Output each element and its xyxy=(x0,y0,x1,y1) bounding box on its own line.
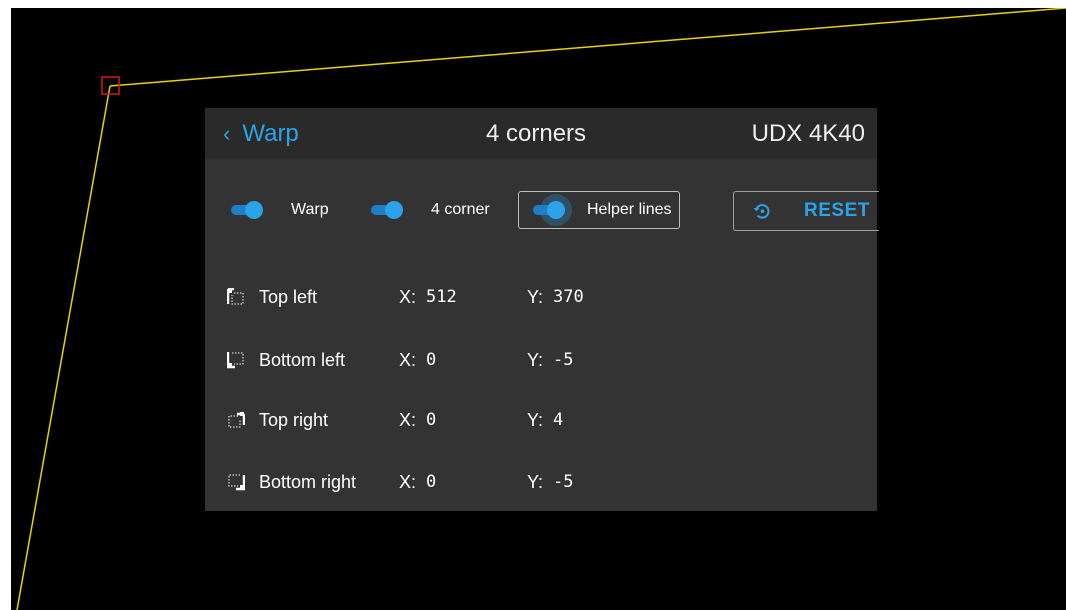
device-model: UDX 4K40 xyxy=(751,120,865,147)
x-axis-label: X: xyxy=(399,287,417,307)
warp-preview-canvas: ‹ Warp 4 corners UDX 4K40 Warp 4 corner xyxy=(11,8,1066,610)
y-value: -5 xyxy=(553,472,574,492)
y-value-field[interactable]: Y: 4 xyxy=(527,409,563,431)
corner-row-top-left[interactable]: Top left X: 512 Y: 370 xyxy=(205,280,877,314)
corner-name: Bottom right xyxy=(259,472,357,492)
chevron-left-icon: ‹ xyxy=(223,121,231,146)
reset-label: RESET xyxy=(804,200,870,221)
y-value: 4 xyxy=(553,410,564,430)
x-value-field[interactable]: X: 0 xyxy=(399,349,436,371)
x-value: 0 xyxy=(426,472,437,492)
y-value-field[interactable]: Y: -5 xyxy=(527,471,574,493)
corner-bottom-right-icon xyxy=(228,474,245,491)
y-value-field[interactable]: Y: 370 xyxy=(527,286,584,308)
warp-corners-panel: ‹ Warp 4 corners UDX 4K40 Warp 4 corner xyxy=(205,108,879,511)
reset-button[interactable]: RESET xyxy=(733,191,879,231)
corner-top-right-icon xyxy=(228,412,245,428)
four-corner-toggle[interactable]: 4 corner xyxy=(371,192,490,228)
x-axis-label: X: xyxy=(399,350,417,370)
projector-screen: ‹ Warp 4 corners UDX 4K40 Warp 4 corner xyxy=(0,0,1066,610)
toggle-switch[interactable] xyxy=(371,201,403,219)
y-value: 370 xyxy=(553,287,584,307)
x-value-field[interactable]: X: 512 xyxy=(399,286,457,308)
y-axis-label: Y: xyxy=(527,472,544,492)
toggle-label: Helper lines xyxy=(587,201,672,218)
x-value: 0 xyxy=(426,410,437,430)
helper-line-left xyxy=(16,85,111,610)
helper-line-top xyxy=(109,8,1066,87)
corner-name: Top left xyxy=(259,287,318,307)
back-button[interactable]: ‹ Warp xyxy=(223,118,299,150)
y-axis-label: Y: xyxy=(527,350,544,370)
warp-toggle[interactable]: Warp xyxy=(231,192,329,228)
corner-top-left-icon xyxy=(227,288,244,305)
x-value: 0 xyxy=(426,350,437,370)
toggle-label: Warp xyxy=(291,201,329,218)
corner-row-bottom-left[interactable]: Bottom left X: 0 Y: -5 xyxy=(205,343,877,377)
x-axis-label: X: xyxy=(399,472,417,492)
y-value-field[interactable]: Y: -5 xyxy=(527,349,574,371)
y-axis-label: Y: xyxy=(527,287,544,307)
helper-lines-toggle[interactable]: Helper lines xyxy=(518,191,680,229)
corner-name: Top right xyxy=(259,410,329,430)
corner-bottom-left-icon xyxy=(227,352,244,369)
page-title: 4 corners xyxy=(486,120,587,147)
x-axis-label: X: xyxy=(399,410,417,430)
toggle-switch[interactable] xyxy=(533,194,572,226)
toggle-switch[interactable] xyxy=(231,201,263,219)
x-value: 512 xyxy=(426,287,457,307)
y-axis-label: Y: xyxy=(527,410,544,430)
y-value: -5 xyxy=(553,350,574,370)
corner-row-top-right[interactable]: Top right X: 0 Y: 4 xyxy=(205,403,877,437)
corner-row-bottom-right[interactable]: Bottom right X: 0 Y: -5 xyxy=(205,465,877,499)
x-value-field[interactable]: X: 0 xyxy=(399,409,436,431)
panel-header: ‹ Warp 4 corners UDX 4K40 xyxy=(205,108,877,159)
toggle-label: 4 corner xyxy=(431,201,490,218)
x-value-field[interactable]: X: 0 xyxy=(399,471,436,493)
corner-name: Bottom left xyxy=(259,350,346,370)
reset-icon xyxy=(753,204,770,219)
back-button-label: Warp xyxy=(242,120,299,147)
